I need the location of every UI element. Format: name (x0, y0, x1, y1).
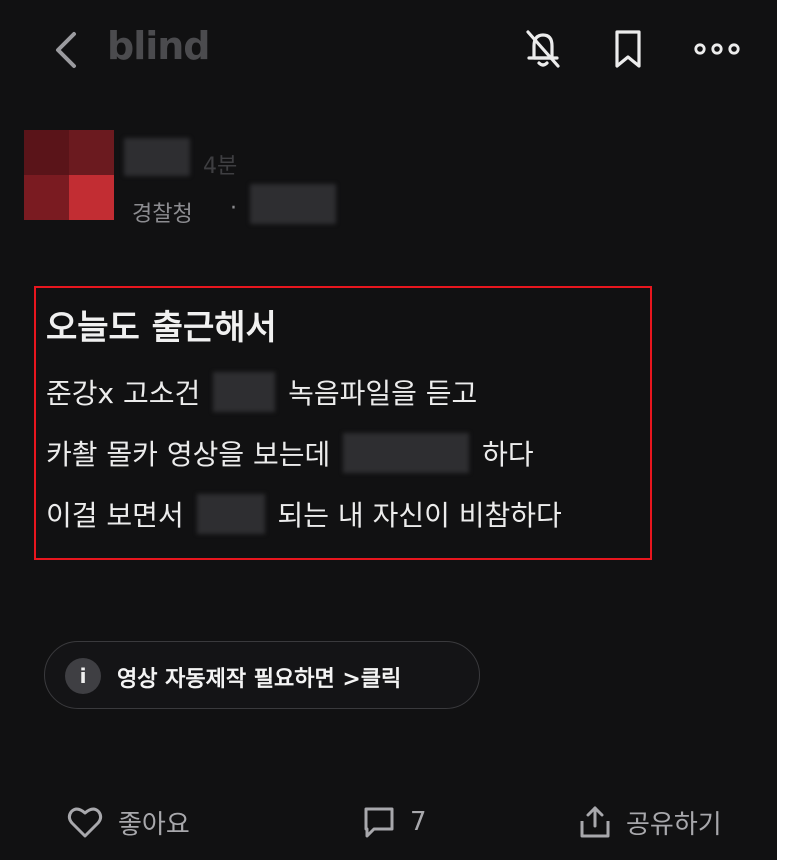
post-line-3-end: 되는 내 자신이 비참하다 (277, 499, 562, 532)
blind-logo: blind (107, 24, 211, 68)
avatar[interactable] (24, 130, 114, 220)
comment-icon (364, 807, 394, 838)
post-screen: blind 4분 경찰청 · 오늘도 출근해서 준강x 고소건 녹음파일을 듣고… (0, 0, 777, 860)
meta-separator: · (230, 196, 237, 221)
like-button[interactable]: 좋아요 (66, 801, 190, 843)
comment-count: 7 (410, 807, 427, 837)
redacted-text (196, 494, 265, 534)
post-title: 오늘도 출근해서 (46, 308, 277, 348)
post-line-3: 이걸 보면서 되는 내 자신이 비참하다 (46, 494, 562, 534)
post-line-1-start: 준강x 고소건 (46, 377, 201, 410)
bookmark-icon[interactable] (609, 26, 647, 72)
post-line-2-end: 하다 (482, 438, 534, 471)
post-line-3-start: 이걸 보면서 (46, 499, 184, 532)
redacted-text (213, 372, 276, 412)
post-line-2: 카촬 몰카 영상을 보는데 하다 (46, 433, 534, 473)
post-line-1-end: 녹음파일을 듣고 (288, 377, 478, 410)
comment-button[interactable]: 7 (362, 801, 427, 843)
info-icon: i (65, 658, 101, 694)
share-label: 공유하기 (626, 809, 722, 840)
bell-off-icon[interactable] (520, 26, 566, 72)
back-chevron-icon[interactable] (48, 28, 84, 72)
share-icon (580, 806, 610, 838)
heart-icon (67, 807, 103, 838)
author-company[interactable]: 경찰청 (132, 196, 193, 228)
more-options-icon[interactable] (692, 26, 742, 72)
promo-label: 영상 자동제작 필요하면 >클릭 (117, 667, 402, 692)
like-label: 좋아요 (118, 809, 190, 840)
redacted-text (343, 433, 470, 473)
post-time: 4분 (203, 154, 238, 179)
redacted-author-meta (250, 184, 336, 224)
post-line-1: 준강x 고소건 녹음파일을 듣고 (46, 372, 477, 412)
share-button[interactable]: 공유하기 (578, 801, 722, 843)
redacted-nickname (124, 138, 190, 176)
post-line-2-start: 카촬 몰카 영상을 보는데 (46, 438, 331, 471)
promo-link-button[interactable]: i 영상 자동제작 필요하면 >클릭 (44, 641, 480, 709)
